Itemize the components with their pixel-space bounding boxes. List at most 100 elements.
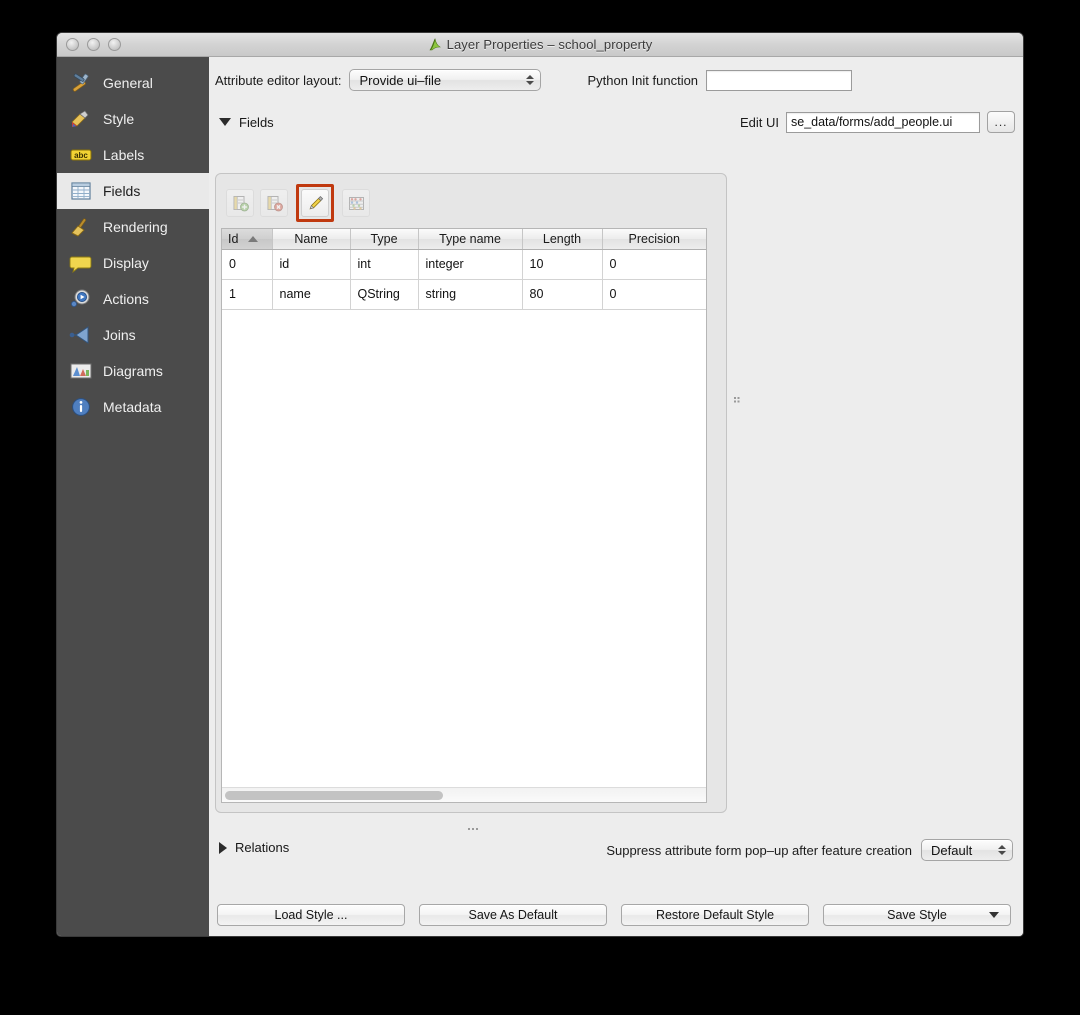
sidebar: General Style abc Labels Fields Renderin… [57, 57, 216, 936]
abc-label-icon: abc [69, 144, 93, 166]
window-title-text: Layer Properties – school_property [446, 37, 653, 52]
suppress-popup-select[interactable]: Default [921, 839, 1013, 861]
window-title: Layer Properties – school_property [428, 37, 653, 52]
sidebar-item-metadata[interactable]: Metadata [57, 389, 209, 425]
fields-groupbox: Id Name Type Type name Length Precision [215, 173, 727, 813]
qgis-leaf-icon [428, 37, 442, 52]
cell-type-name[interactable]: string [418, 279, 523, 310]
close-button[interactable] [66, 38, 79, 51]
sidebar-item-label: Joins [103, 327, 136, 343]
cell-type[interactable]: int [350, 249, 419, 280]
sidebar-item-fields[interactable]: Fields [57, 173, 209, 209]
table-row[interactable]: 0 id int integer 10 0 [222, 249, 706, 280]
suppress-popup-row: Suppress attribute form pop–up after fea… [606, 839, 1013, 861]
edit-ui-input[interactable]: se_data/forms/add_people.ui [786, 111, 980, 133]
python-init-function-input[interactable] [706, 69, 853, 91]
save-as-default-button[interactable]: Save As Default [419, 904, 607, 926]
sidebar-item-label: Rendering [103, 219, 168, 235]
sidebar-item-diagrams[interactable]: Diagrams [57, 353, 209, 389]
sidebar-item-rendering[interactable]: Rendering [57, 209, 209, 245]
edit-ui-browse-button[interactable]: ... [987, 111, 1015, 133]
suppress-popup-label: Suppress attribute form pop–up after fea… [606, 842, 912, 858]
zoom-button[interactable] [108, 38, 121, 51]
cell-type[interactable]: QString [350, 279, 419, 310]
cell-name[interactable]: name [272, 279, 351, 310]
calculator-button[interactable] [342, 189, 370, 217]
scrollbar-thumb[interactable] [225, 791, 443, 800]
diagram-chart-icon [69, 360, 93, 382]
cell-precision[interactable]: 0 [602, 279, 706, 310]
column-header-name[interactable]: Name [272, 229, 351, 250]
attribute-editor-layout-label: Attribute editor layout: [215, 72, 342, 88]
chevron-updown-icon [526, 75, 535, 85]
save-style-button-label: Save Style [887, 908, 947, 922]
cell-precision[interactable]: 0 [602, 249, 706, 280]
attribute-editor-row: Attribute editor layout: Provide ui–file… [209, 57, 1023, 91]
cell-id[interactable]: 0 [222, 249, 273, 280]
abacus-icon [348, 195, 365, 212]
gear-play-icon [69, 288, 93, 310]
cell-length[interactable]: 80 [522, 279, 603, 310]
restore-default-style-button[interactable]: Restore Default Style [621, 904, 809, 926]
table-row[interactable]: 1 name QString string 80 0 [222, 279, 706, 310]
column-header-id[interactable]: Id [222, 229, 273, 250]
cell-length[interactable]: 10 [522, 249, 603, 280]
column-header-type-name[interactable]: Type name [418, 229, 523, 250]
table-horizontal-scrollbar[interactable] [222, 787, 706, 802]
cell-type-name[interactable]: integer [418, 249, 523, 280]
sidebar-item-labels[interactable]: abc Labels [57, 137, 209, 173]
delete-column-button[interactable] [260, 189, 288, 217]
sidebar-item-label: General [103, 75, 153, 91]
column-header-length[interactable]: Length [522, 229, 603, 250]
style-buttons-row: Load Style ... Save As Default Restore D… [217, 904, 1015, 926]
window-titlebar: Layer Properties – school_property [57, 33, 1023, 57]
attribute-editor-layout-value: Provide ui–file [359, 72, 442, 88]
fields-section-label: Fields [239, 114, 274, 130]
relations-section-label: Relations [235, 840, 290, 855]
paintbrush-icon [69, 108, 93, 130]
section-splitter-handle[interactable] [467, 820, 479, 830]
speech-bubble-icon [69, 252, 93, 274]
delete-column-button-wrap [260, 189, 288, 217]
layer-properties-window: Layer Properties – school_property Gener… [56, 32, 1024, 937]
sidebar-item-style[interactable]: Style [57, 101, 209, 137]
toggle-editing-highlight [296, 184, 334, 222]
suppress-popup-value: Default [931, 842, 973, 858]
sidebar-item-label: Style [103, 111, 135, 127]
sidebar-item-label: Actions [103, 291, 149, 307]
sidebar-item-joins[interactable]: Joins [57, 317, 209, 353]
sidebar-item-label: Display [103, 255, 149, 271]
chevron-down-icon [219, 118, 231, 126]
window-controls[interactable] [66, 38, 121, 51]
minimize-button[interactable] [87, 38, 100, 51]
sidebar-item-actions[interactable]: Actions [57, 281, 209, 317]
cell-name[interactable]: id [272, 249, 351, 280]
sidebar-item-label: Metadata [103, 399, 162, 415]
delete-column-icon [266, 195, 283, 212]
load-style-button[interactable]: Load Style ... [217, 904, 405, 926]
python-init-function-label: Python Init function [587, 72, 699, 88]
sidebar-item-label: Diagrams [103, 363, 163, 379]
toggle-editing-button[interactable] [301, 189, 329, 217]
add-column-icon [232, 195, 249, 212]
chevron-right-icon [219, 841, 227, 854]
attribute-editor-layout-select[interactable]: Provide ui–file [349, 69, 542, 91]
column-header-type[interactable]: Type [350, 229, 419, 250]
hammer-wrench-icon [69, 72, 93, 94]
sidebar-item-display[interactable]: Display [57, 245, 209, 281]
fields-section-header[interactable]: Fields [209, 115, 274, 130]
relations-section-header[interactable]: Relations [209, 840, 289, 855]
column-header-precision[interactable]: Precision [602, 229, 706, 250]
new-column-button-wrap [226, 189, 254, 217]
table-fields-icon [69, 180, 93, 202]
join-arrow-icon [69, 324, 93, 346]
sidebar-item-general[interactable]: General [57, 65, 209, 101]
panel-splitter-handle[interactable] [733, 392, 742, 403]
new-column-button[interactable] [226, 189, 254, 217]
edit-ui-label: Edit UI [739, 114, 779, 130]
cell-id[interactable]: 1 [222, 279, 273, 310]
fields-table: Id Name Type Type name Length Precision [222, 229, 706, 310]
main-panel: Attribute editor layout: Provide ui–file… [209, 57, 1023, 936]
save-style-button[interactable]: Save Style [823, 904, 1011, 926]
chevron-updown-icon [998, 845, 1006, 855]
